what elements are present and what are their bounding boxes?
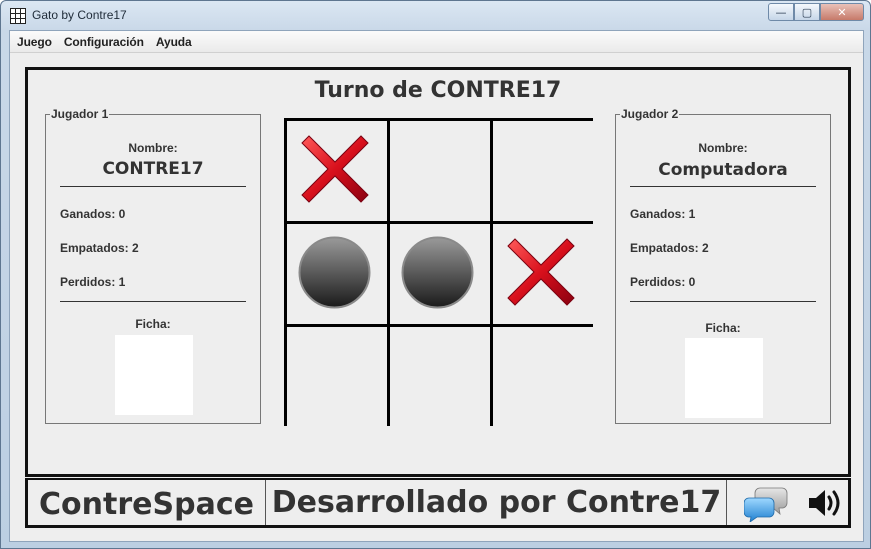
board-cell-1-2[interactable]: [493, 224, 593, 324]
close-button[interactable]: ✕: [820, 3, 864, 21]
player1-chip-label: Ficha:: [135, 317, 171, 331]
app-window: Gato by Contre17 — ▢ ✕ Juego Configuraci…: [0, 0, 871, 549]
player2-legend: Jugador 2: [620, 107, 680, 121]
player2-name-label: Nombre:: [698, 141, 748, 155]
player2-ties: Empatados: 2: [630, 241, 709, 255]
board-cell-0-1[interactable]: [390, 121, 490, 221]
game-board: [284, 118, 593, 427]
title-bar[interactable]: Gato by Contre17 — ▢ ✕: [1, 1, 870, 29]
maximize-button[interactable]: ▢: [794, 3, 820, 21]
player1-name-label: Nombre:: [128, 141, 178, 155]
game-panel: Turno de CONTRE17 Jugador 1 Nombre: CONT…: [25, 67, 851, 477]
board-cell-1-0[interactable]: [287, 224, 387, 324]
player1-chip: [115, 335, 193, 415]
player1-losses: Perdidos: 1: [60, 275, 126, 289]
player2-chip-label: Ficha:: [705, 321, 741, 335]
footer-bar: ContreSpace Desarrollado por Contre17: [25, 478, 851, 528]
footer-brand: ContreSpace: [28, 480, 266, 525]
player2-losses: Perdidos: 0: [630, 275, 696, 289]
chat-icon[interactable]: [743, 486, 788, 523]
app-grid-icon: [10, 8, 26, 24]
speaker-icon[interactable]: [806, 486, 842, 520]
player1-legend: Jugador 1: [50, 107, 110, 121]
turn-indicator: Turno de CONTRE17: [314, 78, 562, 103]
menu-bar: Juego Configuración Ayuda: [10, 31, 863, 53]
menu-configuracion[interactable]: Configuración: [64, 35, 144, 49]
board-cell-0-2[interactable]: [493, 121, 593, 221]
footer-credit: Desarrollado por Contre17: [267, 480, 727, 525]
player1-wins: Ganados: 0: [60, 207, 126, 221]
player2-name: Computadora: [658, 160, 788, 180]
board-cell-2-2[interactable]: [493, 327, 593, 427]
player2-panel: Jugador 2 Nombre: Computadora Ganados: 1…: [615, 107, 831, 424]
player1-name: CONTRE17: [102, 159, 204, 179]
player2-wins: Ganados: 1: [630, 207, 696, 221]
window-controls: — ▢ ✕: [768, 3, 864, 21]
client-area: Juego Configuración Ayuda Turno de CONTR…: [9, 30, 864, 542]
board-cell-2-1[interactable]: [390, 327, 490, 427]
menu-juego[interactable]: Juego: [17, 35, 52, 49]
player2-divider-bottom: [630, 301, 816, 302]
minimize-button[interactable]: —: [768, 3, 794, 21]
player2-chip: [685, 338, 763, 418]
player2-divider-top: [630, 186, 816, 187]
board-cell-2-0[interactable]: [287, 327, 387, 427]
board-cell-0-0[interactable]: [287, 121, 387, 221]
board-cell-1-1[interactable]: [390, 224, 490, 324]
player1-ties: Empatados: 2: [60, 241, 139, 255]
x-mark-icon: [301, 135, 369, 203]
o-mark-icon: [401, 236, 474, 309]
menu-ayuda[interactable]: Ayuda: [156, 35, 192, 49]
window-title: Gato by Contre17: [32, 8, 127, 22]
player1-panel: Jugador 1 Nombre: CONTRE17 Ganados: 0 Em…: [45, 107, 261, 424]
player1-divider-top: [60, 186, 246, 187]
o-mark-icon: [298, 236, 371, 309]
player1-divider-bottom: [60, 301, 246, 302]
x-mark-icon: [507, 238, 575, 306]
